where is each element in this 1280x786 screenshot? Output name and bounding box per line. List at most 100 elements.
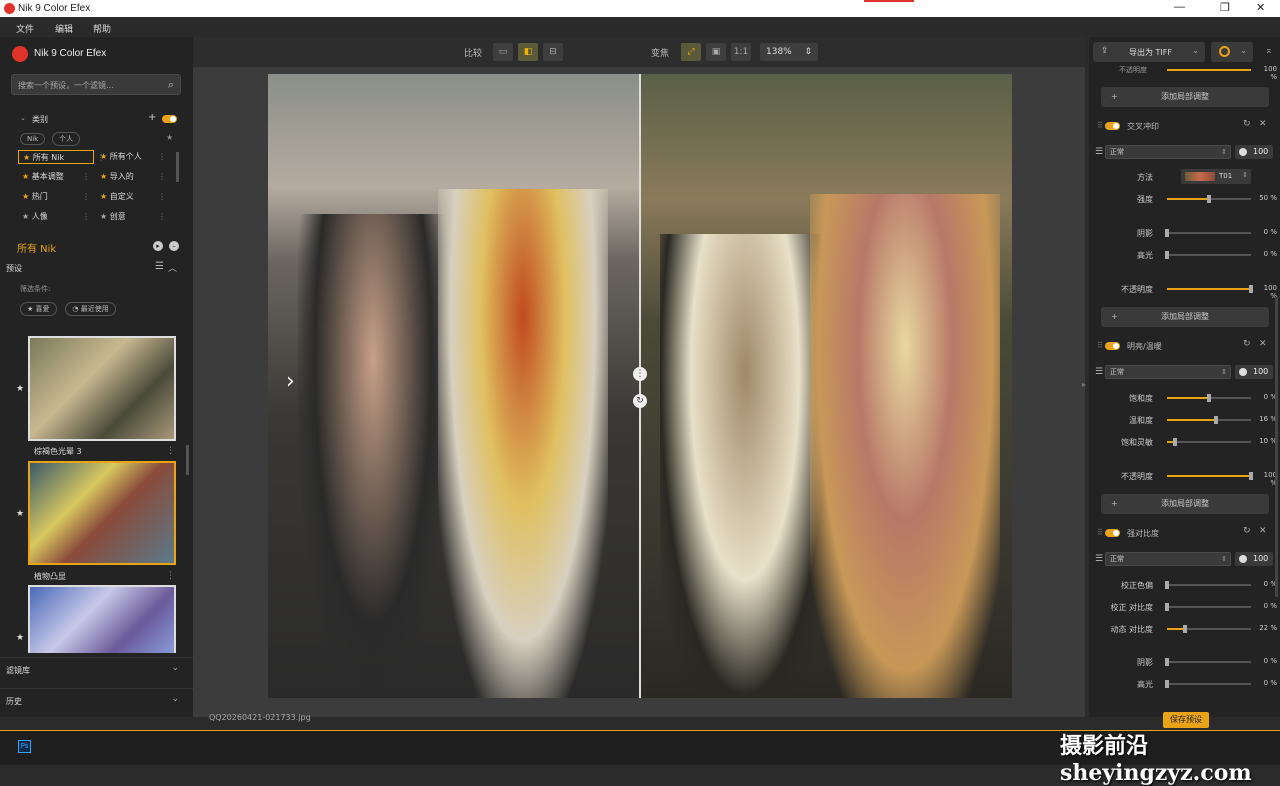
category-toggle[interactable] xyxy=(162,115,177,123)
fill-view-button[interactable]: ▣ xyxy=(706,43,726,61)
top-opacity-slider[interactable] xyxy=(1167,69,1251,71)
filter-opacity-field[interactable]: 100 xyxy=(1235,552,1273,566)
slider-knob[interactable] xyxy=(1165,680,1169,688)
category-imported[interactable]: ★ 导入的 ⋮ xyxy=(96,170,168,184)
menu-icon[interactable]: ☰ xyxy=(1095,147,1103,157)
section-history[interactable]: 历史 ⌄ xyxy=(0,688,193,712)
save-preset-button[interactable]: 保存预设 xyxy=(1163,712,1209,728)
slider-track[interactable] xyxy=(1165,658,1251,666)
filter-opacity-field[interactable]: 100 xyxy=(1235,145,1273,159)
favorite-star-icon[interactable]: ★ xyxy=(16,633,24,643)
category-creative[interactable]: ★ 创意 ⋮ xyxy=(96,210,168,224)
filter-enable-toggle[interactable] xyxy=(1105,342,1120,350)
slider-knob[interactable] xyxy=(1165,581,1169,589)
menu-file[interactable]: 文件 xyxy=(16,22,34,35)
slider-track[interactable] xyxy=(1167,285,1253,293)
add-local-adjust-button-2[interactable]: + 添加局部调整 xyxy=(1101,307,1269,327)
export-button[interactable]: ⇪ 导出为 TIFF ⌄ xyxy=(1093,42,1205,62)
category-scrollbar[interactable] xyxy=(176,152,179,182)
slider-knob[interactable] xyxy=(1207,195,1211,203)
filter-header-brilliance-warmth[interactable]: ⠿ 明亮/温暖 ↻ ✕ xyxy=(1097,339,1273,355)
slider-track[interactable] xyxy=(1167,438,1251,446)
chevron-up-icon[interactable]: ︿ xyxy=(168,261,177,274)
play-icon[interactable]: ▸ xyxy=(153,241,163,251)
photoshop-icon[interactable]: Ps xyxy=(18,740,31,753)
search-icon[interactable]: ⌕ xyxy=(168,78,174,92)
remove-icon[interactable]: – xyxy=(169,241,179,251)
chevron-down-icon[interactable]: ⌄ xyxy=(20,114,26,122)
preset-search-input[interactable]: 搜索一个预设，一个滤镜... ⌕ xyxy=(11,74,181,95)
slider-knob[interactable] xyxy=(1165,603,1169,611)
preset-thumb-1[interactable] xyxy=(28,336,176,441)
add-local-adjust-button-3[interactable]: + 添加局部调整 xyxy=(1101,494,1269,514)
collapse-panel-icon[interactable]: ⌅ xyxy=(1265,46,1273,56)
menu-icon[interactable]: ☰ xyxy=(1095,554,1103,564)
preset-thumb-3[interactable] xyxy=(28,585,176,653)
zoom-select[interactable]: 138% ⇕ xyxy=(760,43,818,61)
pill-personal[interactable]: 个人 xyxy=(52,132,81,146)
slider-knob[interactable] xyxy=(1173,438,1178,446)
add-local-adjust-button-1[interactable]: + 添加局部调整 xyxy=(1101,87,1269,107)
pill-nik[interactable]: Nik xyxy=(20,133,46,145)
filter-header-cross-processing[interactable]: ⠿ 交叉冲印 ↻ ✕ xyxy=(1097,119,1273,135)
slider-knob[interactable] xyxy=(1213,416,1218,424)
category-portrait[interactable]: ★ 人像 ⋮ xyxy=(18,210,92,224)
compare-stacked-button[interactable]: ⊟ xyxy=(543,43,563,61)
split-handle[interactable]: ⋮ xyxy=(633,367,647,381)
reset-icon[interactable]: ↻ xyxy=(1243,339,1251,349)
menu-help[interactable]: 帮助 xyxy=(93,22,111,35)
slider-knob[interactable] xyxy=(1183,625,1188,633)
slider-track[interactable] xyxy=(1167,625,1251,633)
slider-track[interactable] xyxy=(1167,195,1251,203)
preset-more-icon[interactable]: ⋮ xyxy=(166,571,175,581)
add-icon[interactable]: + xyxy=(148,112,156,123)
remove-filter-icon[interactable]: ✕ xyxy=(1259,119,1267,129)
slider-knob[interactable] xyxy=(1207,394,1211,402)
section-filter-library[interactable]: 滤镜库 ⌄ xyxy=(0,657,193,681)
category-popular[interactable]: ★ 热门 ⋮ xyxy=(18,190,92,204)
effects-button[interactable]: ⌄ xyxy=(1211,42,1253,62)
collapse-right-icon[interactable]: ▸ xyxy=(1082,380,1086,389)
slider-track[interactable] xyxy=(1165,680,1251,688)
drag-handle-icon[interactable]: ⠿ xyxy=(1097,528,1103,537)
blend-mode-select[interactable]: 正常 ⇕ xyxy=(1105,552,1231,566)
favorite-star-icon[interactable]: ★ xyxy=(16,384,24,394)
remove-filter-icon[interactable]: ✕ xyxy=(1259,339,1267,349)
split-divider[interactable] xyxy=(639,74,641,698)
favorite-star-icon[interactable]: ★ xyxy=(16,509,24,519)
menu-icon[interactable]: ☰ xyxy=(1095,367,1103,377)
slider-knob[interactable] xyxy=(1249,472,1253,480)
slider-track[interactable] xyxy=(1167,394,1251,402)
slider-knob[interactable] xyxy=(1165,658,1169,666)
filter-recent[interactable]: ◔ 最近使用 xyxy=(65,302,116,316)
close-button[interactable]: ✕ xyxy=(1256,1,1265,14)
maximize-button[interactable]: ❐ xyxy=(1220,1,1230,14)
category-custom[interactable]: ★ 自定义 ⋮ xyxy=(96,190,168,204)
actual-size-button[interactable]: 1:1 xyxy=(731,43,751,61)
swap-icon[interactable]: ↻ xyxy=(633,394,647,408)
compare-single-button[interactable]: ▭ xyxy=(493,43,513,61)
next-arrow-icon[interactable]: › xyxy=(286,369,295,394)
blend-mode-select[interactable]: 正常 ⇕ xyxy=(1105,365,1231,379)
blend-mode-select[interactable]: 正常 ⇕ xyxy=(1105,145,1231,159)
category-basic[interactable]: ★ 基本调整 ⋮ xyxy=(18,170,92,184)
slider-knob[interactable] xyxy=(1165,251,1169,259)
fit-view-button[interactable]: ⤢ xyxy=(681,43,701,61)
slider-track[interactable] xyxy=(1167,472,1253,480)
category-all-nik[interactable]: ★ 所有 Nik ⋮ xyxy=(18,150,105,164)
slider-knob[interactable] xyxy=(1165,229,1169,237)
slider-track[interactable] xyxy=(1165,581,1251,589)
minimize-button[interactable]: — xyxy=(1174,1,1185,13)
preview-image[interactable]: ⋮ ↻ › xyxy=(268,74,1012,698)
filter-favorites[interactable]: ★ 喜爱 xyxy=(20,302,57,316)
presets-scrollbar[interactable] xyxy=(186,445,189,475)
slider-track[interactable] xyxy=(1165,603,1251,611)
filter-enable-toggle[interactable] xyxy=(1105,122,1120,130)
slider-knob[interactable] xyxy=(1249,285,1253,293)
drag-handle-icon[interactable]: ⠿ xyxy=(1097,121,1103,130)
filter-header-pro-contrast[interactable]: ⠿ 强对比度 ↻ ✕ xyxy=(1097,526,1273,542)
method-select[interactable]: T01 ⇕ xyxy=(1181,169,1251,184)
filter-enable-toggle[interactable] xyxy=(1105,529,1120,537)
category-all-personal[interactable]: ★ 所有个人 ⋮ xyxy=(96,150,168,164)
slider-track[interactable] xyxy=(1167,416,1251,424)
